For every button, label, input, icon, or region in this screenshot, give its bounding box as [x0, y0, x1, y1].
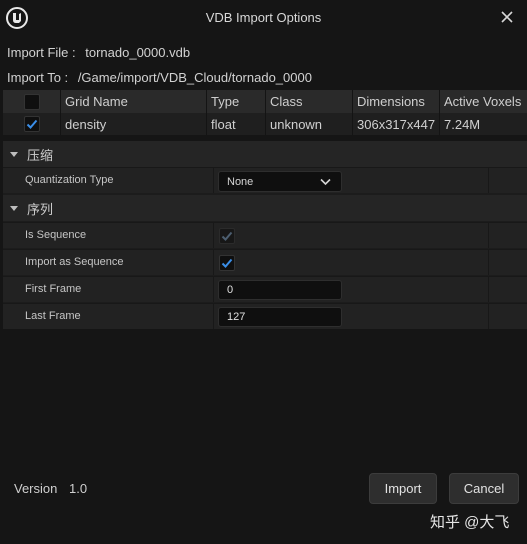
last-frame-value: 127	[227, 311, 246, 323]
prop-row-quantization-type: Quantization Type None	[3, 167, 527, 193]
column-header-type[interactable]: Type	[207, 90, 266, 113]
column-header-active-voxels[interactable]: Active Voxels	[440, 90, 527, 113]
title-bar: VDB Import Options	[0, 0, 527, 36]
last-frame-label: Last Frame	[25, 310, 81, 322]
section-title-compression: 压缩	[27, 147, 54, 163]
prop-row-is-sequence: Is Sequence	[3, 222, 527, 248]
select-all-checkbox[interactable]	[23, 93, 40, 110]
last-frame-input[interactable]: 127	[218, 307, 342, 327]
collapse-arrow-icon	[10, 152, 18, 157]
first-frame-value: 0	[227, 284, 234, 296]
section-header-sequence[interactable]: 序列	[3, 195, 527, 221]
section-title-sequence: 序列	[27, 201, 54, 217]
column-header-dimensions[interactable]: Dimensions	[353, 90, 440, 113]
cell-dimensions: 306x317x447	[353, 113, 440, 135]
prop-row-last-frame: Last Frame 127	[3, 303, 527, 329]
row-checkbox[interactable]	[23, 116, 40, 132]
version-value: 1.0	[69, 481, 88, 496]
column-divider	[488, 277, 489, 302]
version-label: Version	[14, 481, 58, 496]
collapse-arrow-icon	[10, 206, 18, 211]
checkmark-icon	[26, 119, 37, 129]
column-divider	[213, 304, 214, 329]
grid-table-header: Grid Name Type Class Dimensions Active V…	[3, 90, 527, 113]
version-info: Version 1.0	[14, 481, 87, 496]
import-button[interactable]: Import	[369, 473, 437, 504]
quantization-type-value: None	[227, 175, 254, 188]
watermark-text: 知乎 @大飞	[430, 514, 510, 531]
column-header-grid-name[interactable]: Grid Name	[61, 90, 207, 113]
import-file-line: Import File : tornado_0000.vdb	[7, 45, 190, 60]
column-header-class[interactable]: Class	[266, 90, 353, 113]
column-divider	[488, 250, 489, 275]
section-header-compression[interactable]: 压缩	[3, 141, 527, 167]
chevron-down-icon	[320, 178, 331, 186]
cell-type: float	[207, 113, 266, 135]
column-divider	[213, 277, 214, 302]
column-divider	[488, 304, 489, 329]
import-as-sequence-checkbox[interactable]	[219, 255, 235, 271]
import-as-sequence-label: Import as Sequence	[25, 256, 124, 268]
first-frame-input[interactable]: 0	[218, 280, 342, 300]
import-file-label: Import File :	[7, 45, 76, 60]
table-row[interactable]: density float unknown 306x317x447 7.24M	[3, 113, 527, 135]
column-divider	[213, 223, 214, 248]
quantization-type-dropdown[interactable]: None	[218, 171, 342, 192]
import-to-label: Import To :	[7, 70, 69, 85]
details-panel: 压缩 Quantization Type None 序列 Is Sequence…	[3, 141, 527, 329]
first-frame-label: First Frame	[25, 283, 82, 295]
import-file-value: tornado_0000.vdb	[85, 45, 191, 60]
grid-table: Grid Name Type Class Dimensions Active V…	[3, 90, 527, 135]
checkmark-icon	[221, 258, 233, 268]
prop-row-first-frame: First Frame 0	[3, 276, 527, 302]
import-to-line: Import To : /Game/import/VDB_Cloud/torna…	[7, 70, 312, 85]
column-divider	[213, 250, 214, 275]
cancel-button[interactable]: Cancel	[449, 473, 519, 504]
quantization-type-label: Quantization Type	[25, 174, 114, 186]
close-icon[interactable]	[499, 9, 515, 25]
is-sequence-checkbox[interactable]	[219, 228, 235, 244]
cell-class: unknown	[266, 113, 353, 135]
cell-active-voxels: 7.24M	[444, 116, 481, 132]
checkmark-icon	[221, 231, 233, 241]
column-divider	[488, 168, 489, 193]
header-checkbox-cell	[3, 90, 61, 113]
row-checkbox-cell	[3, 113, 61, 135]
prop-row-import-as-sequence: Import as Sequence	[3, 249, 527, 275]
cell-grid-name: density	[61, 113, 207, 135]
import-to-value: /Game/import/VDB_Cloud/tornado_0000	[77, 70, 312, 85]
column-divider	[213, 168, 214, 193]
column-divider	[488, 223, 489, 248]
is-sequence-label: Is Sequence	[25, 229, 87, 241]
window-title: VDB Import Options	[205, 10, 322, 25]
